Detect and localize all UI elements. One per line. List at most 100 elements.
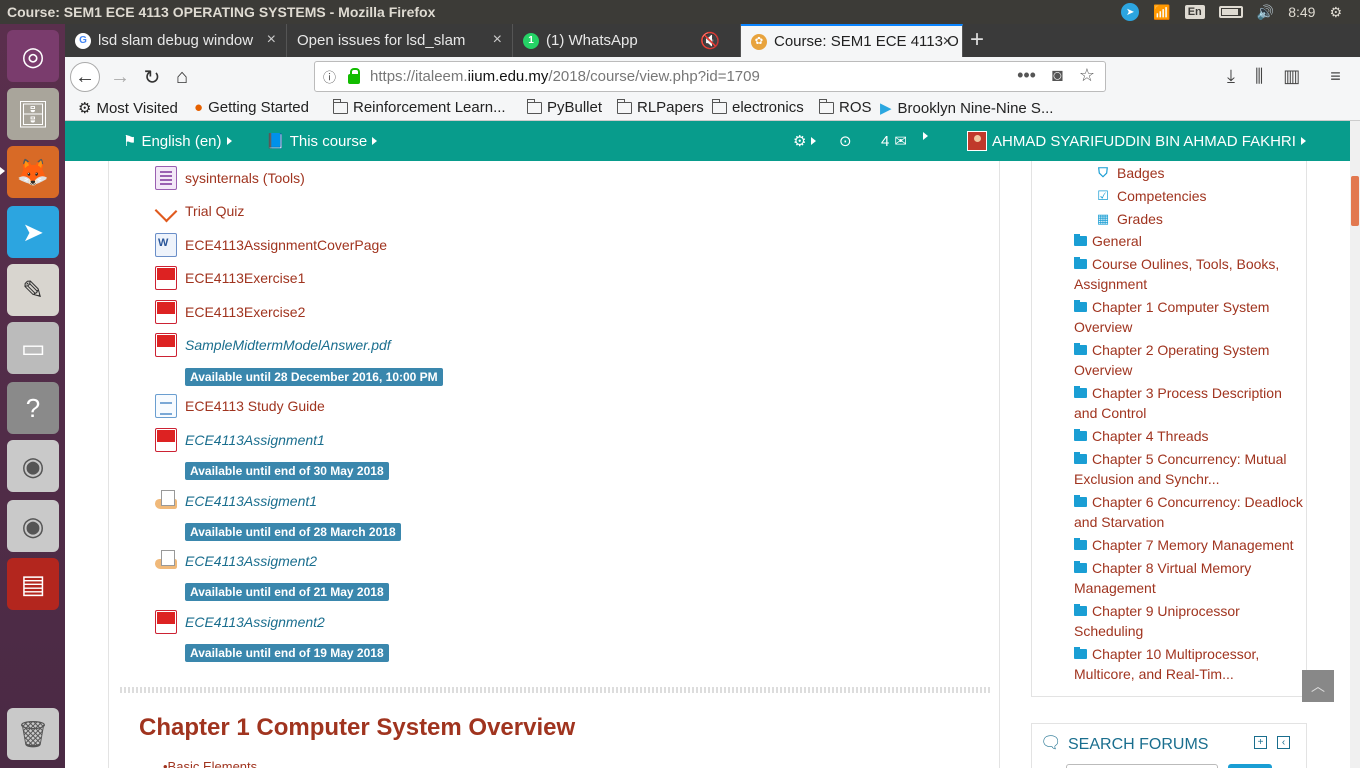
bookmark-most-visited[interactable]: ⚙ Most Visited bbox=[78, 99, 178, 118]
help-icon[interactable]: ? bbox=[7, 382, 59, 434]
activity-assignment2-pdf[interactable]: ECE4113Assignment2 bbox=[155, 610, 325, 634]
bookmark-folder-ros[interactable]: ROS bbox=[819, 98, 872, 116]
drive-icon-2[interactable]: ◉ bbox=[7, 500, 59, 552]
telegram-icon[interactable]: ➤ bbox=[7, 206, 59, 258]
pocket-icon[interactable]: ◙ bbox=[1052, 65, 1063, 86]
nav-label: Grades bbox=[1117, 211, 1163, 227]
ubuntu-dash-icon[interactable]: ◎ bbox=[7, 30, 59, 82]
nav-label: Chapter 8 Virtual Memory Management bbox=[1074, 560, 1252, 596]
activity-cover-page[interactable]: ECE4113AssignmentCoverPage bbox=[155, 233, 387, 257]
activity-sample-midterm[interactable]: SampleMidtermModelAnswer.pdf bbox=[155, 333, 391, 357]
nav-grades[interactable]: ▦ Grades bbox=[1096, 211, 1163, 227]
close-tab-icon[interactable]: × bbox=[493, 31, 502, 49]
nav-badges[interactable]: ⛉ Badges bbox=[1096, 165, 1164, 181]
nav-section-ch1[interactable]: Chapter 1 Computer System Overview bbox=[1074, 297, 1306, 337]
nav-section-ch4[interactable]: Chapter 4 Threads bbox=[1074, 426, 1306, 446]
drive-icon[interactable]: ◉ bbox=[7, 440, 59, 492]
tab-course-active[interactable]: ✿ Course: SEM1 ECE 4113 O × bbox=[741, 24, 963, 57]
page-actions-icon[interactable]: ••• bbox=[1017, 65, 1036, 86]
nav-competencies[interactable]: ☑ Competencies bbox=[1096, 188, 1206, 204]
sidebar-icon[interactable]: ▥ bbox=[1283, 66, 1300, 87]
bookmark-folder-electronics[interactable]: electronics bbox=[712, 98, 804, 116]
home-button[interactable]: ⌂ bbox=[167, 62, 197, 92]
bookmark-getting-started[interactable]: ● Getting Started bbox=[194, 99, 309, 116]
dock-collapse-icon[interactable]: ‹ bbox=[1277, 736, 1290, 749]
info-icon[interactable]: ⓘ bbox=[323, 67, 336, 86]
muted-audio-icon[interactable]: 🔇 bbox=[700, 31, 720, 51]
nav-section-ch9[interactable]: Chapter 9 Uniprocessor Scheduling bbox=[1074, 601, 1306, 641]
tab-github-issues[interactable]: Open issues for lsd_slam × bbox=[287, 24, 513, 57]
activity-exercise1[interactable]: ECE4113Exercise1 bbox=[155, 266, 305, 290]
nav-section-ch2[interactable]: Chapter 2 Operating System Overview bbox=[1074, 340, 1306, 380]
search-input[interactable] bbox=[1066, 764, 1218, 768]
section-first-item[interactable]: •Basic Elements bbox=[163, 759, 257, 768]
section-divider bbox=[120, 687, 990, 693]
activity-exercise2[interactable]: ECE4113Exercise2 bbox=[155, 300, 305, 324]
folder-icon bbox=[1074, 343, 1087, 355]
bookmark-star-icon[interactable]: ☆ bbox=[1079, 65, 1095, 86]
nav-section-ch5[interactable]: Chapter 5 Concurrency: Mutual Exclusion … bbox=[1074, 449, 1306, 489]
text-editor-icon[interactable]: ✎ bbox=[7, 264, 59, 316]
this-course-menu[interactable]: 📘 This course bbox=[266, 132, 378, 150]
dock-plus-icon[interactable]: + bbox=[1254, 736, 1267, 749]
tab-whatsapp[interactable]: 1 (1) WhatsApp 🔇 bbox=[513, 24, 741, 57]
activity-assignment1-pdf[interactable]: ECE4113Assignment1 bbox=[155, 428, 325, 452]
display-icon[interactable]: ▭ bbox=[7, 322, 59, 374]
activity-study-guide[interactable]: ECE4113 Study Guide bbox=[155, 394, 325, 418]
bookmark-label: electronics bbox=[732, 99, 804, 116]
back-button[interactable]: ← bbox=[70, 62, 100, 92]
forward-button[interactable]: → bbox=[105, 62, 135, 92]
nav-section-ch8[interactable]: Chapter 8 Virtual Memory Management bbox=[1074, 558, 1306, 598]
search-go-button[interactable] bbox=[1228, 764, 1272, 768]
terminal-icon[interactable]: ▤ bbox=[7, 558, 59, 610]
battery-icon[interactable] bbox=[1218, 6, 1243, 18]
back-to-top-button[interactable]: ︿ bbox=[1302, 670, 1334, 702]
notification-icon: ⊙ bbox=[839, 133, 852, 150]
keyboard-indicator[interactable]: En bbox=[1184, 5, 1205, 19]
bookmark-folder-rlpapers[interactable]: RLPapers bbox=[617, 98, 704, 116]
activity-assigment2[interactable]: ECE4113Assigment2 bbox=[155, 549, 317, 573]
library-icon[interactable]: ⫼ bbox=[1255, 66, 1263, 87]
word-doc-icon bbox=[155, 233, 177, 257]
nav-section-general[interactable]: General bbox=[1074, 231, 1306, 251]
activity-label: ECE4113Assignment2 bbox=[185, 614, 325, 630]
nav-section-outlines[interactable]: Course Oulines, Tools, Books, Assignment bbox=[1074, 254, 1306, 294]
language-menu[interactable]: ⚑ English (en) bbox=[123, 132, 232, 150]
scrollbar[interactable] bbox=[1350, 121, 1360, 768]
menu-icon[interactable]: ≡ bbox=[1330, 66, 1341, 87]
caret-right-icon bbox=[1300, 137, 1306, 145]
activity-trial-quiz[interactable]: Trial Quiz bbox=[154, 199, 244, 223]
files-icon[interactable]: 🗄 bbox=[7, 88, 59, 140]
downloads-icon[interactable]: ⤓ bbox=[1227, 66, 1235, 87]
bookmark-brooklyn[interactable]: ▶ Brooklyn Nine-Nine S... bbox=[880, 99, 1053, 118]
tab-lsd-slam-debug[interactable]: G lsd slam debug window × bbox=[65, 24, 287, 57]
close-tab-icon[interactable]: × bbox=[943, 33, 952, 51]
nav-section-ch10[interactable]: Chapter 10 Multiprocessor, Multicore, an… bbox=[1074, 644, 1306, 684]
gear-icon: ⚙ bbox=[793, 133, 807, 150]
scrollbar-thumb[interactable] bbox=[1351, 176, 1359, 226]
nav-expand[interactable] bbox=[923, 132, 928, 140]
caret-right-icon bbox=[372, 137, 378, 145]
trash-icon[interactable]: 🗑 bbox=[7, 708, 59, 760]
power-gear-icon[interactable]: ⚙ bbox=[1329, 4, 1342, 21]
close-tab-icon[interactable]: × bbox=[267, 31, 276, 49]
reload-button[interactable]: ↻ bbox=[137, 62, 167, 92]
bookmark-folder-rl[interactable]: Reinforcement Learn... bbox=[333, 98, 506, 116]
nav-section-ch7[interactable]: Chapter 7 Memory Management bbox=[1074, 535, 1306, 555]
url-bar[interactable]: ⓘ https://italeem. iium.edu.my/2018/cours… bbox=[314, 61, 1106, 92]
firefox-icon[interactable]: 🦊 bbox=[7, 146, 59, 198]
messages-button[interactable]: 4 ✉ bbox=[881, 132, 907, 151]
activity-assigment1[interactable]: ECE4113Assigment1 bbox=[155, 489, 317, 513]
telegram-tray-icon[interactable]: ➤ bbox=[1121, 3, 1140, 21]
user-menu[interactable]: AHMAD SYARIFUDDIN BIN AHMAD FAKHRI bbox=[967, 131, 1306, 151]
nav-section-ch3[interactable]: Chapter 3 Process Description and Contro… bbox=[1074, 383, 1306, 423]
settings-menu[interactable]: ⚙ bbox=[793, 132, 817, 150]
clock[interactable]: 8:49 bbox=[1288, 4, 1315, 20]
new-tab-icon[interactable]: + bbox=[970, 26, 984, 54]
nav-section-ch6[interactable]: Chapter 6 Concurrency: Deadlock and Star… bbox=[1074, 492, 1306, 532]
wifi-icon[interactable]: 📶 bbox=[1153, 4, 1170, 21]
activity-sysinternals[interactable]: sysinternals (Tools) bbox=[155, 166, 305, 190]
notifications-button[interactable]: ⊙ bbox=[839, 132, 852, 150]
volume-icon[interactable]: 🔊 bbox=[1257, 4, 1274, 21]
bookmark-folder-pybullet[interactable]: PyBullet bbox=[527, 98, 602, 116]
